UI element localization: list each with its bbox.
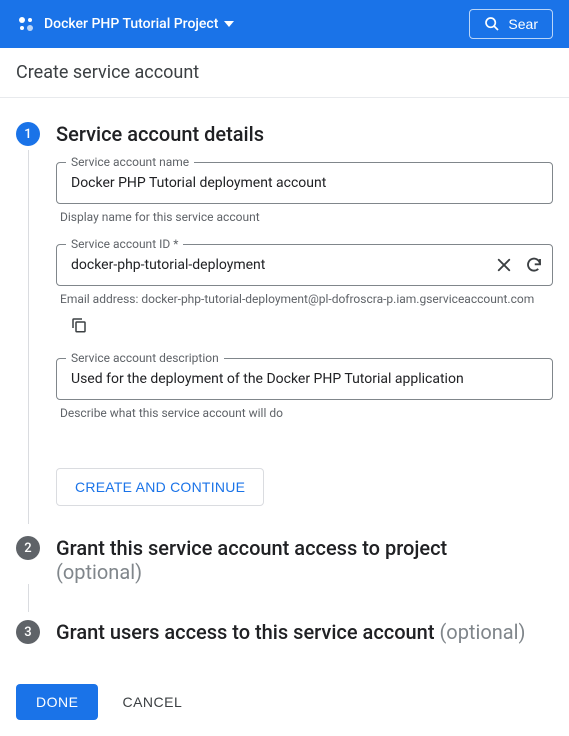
step-connector-line bbox=[28, 150, 29, 524]
dropdown-arrow-icon bbox=[224, 21, 234, 27]
step-1: 1 Service account details Service accoun… bbox=[16, 122, 553, 528]
service-account-name-label: Service account name bbox=[66, 155, 194, 169]
step-2-title: Grant this service account access to pro… bbox=[56, 536, 553, 584]
step-3-optional-label: (optional) bbox=[439, 620, 525, 644]
step-3-circle: 3 bbox=[16, 620, 40, 644]
service-account-description-label: Service account description bbox=[66, 351, 224, 365]
id-field-icons bbox=[495, 256, 543, 274]
copy-email-row bbox=[70, 316, 549, 338]
step-2[interactable]: 2 Grant this service account access to p… bbox=[16, 536, 553, 584]
copy-icon[interactable] bbox=[70, 316, 88, 334]
clear-icon[interactable] bbox=[495, 256, 513, 274]
service-account-email-value: docker-php-tutorial-deployment@pl-dofros… bbox=[141, 292, 534, 306]
step-2-indicator-column: 2 bbox=[16, 536, 40, 560]
step-3-title: Grant users access to this service accou… bbox=[56, 620, 553, 644]
step-2-circle: 2 bbox=[16, 536, 40, 560]
step-1-indicator-column: 1 bbox=[16, 122, 40, 528]
footer-actions: DONE CANCEL bbox=[0, 660, 569, 736]
step-connector-2-3 bbox=[16, 584, 40, 612]
refresh-icon[interactable] bbox=[525, 256, 543, 274]
step-1-circle: 1 bbox=[16, 122, 40, 146]
step-3-indicator-column: 3 bbox=[16, 620, 40, 644]
top-bar: Docker PHP Tutorial Project Sear bbox=[0, 0, 569, 48]
project-picker[interactable]: Docker PHP Tutorial Project bbox=[44, 16, 234, 32]
service-account-name-helper: Display name for this service account bbox=[60, 210, 549, 224]
page-title: Create service account bbox=[16, 62, 199, 83]
service-account-name-field-wrap: Service account name bbox=[56, 162, 553, 204]
step-1-title: Service account details bbox=[56, 122, 553, 146]
service-account-description-helper: Describe what this service account will … bbox=[60, 406, 549, 420]
service-account-email-line: Email address: docker-php-tutorial-deplo… bbox=[60, 292, 549, 306]
gcp-logo-icon bbox=[16, 14, 36, 34]
wizard-content: 1 Service account details Service accoun… bbox=[0, 98, 569, 660]
page-subheader: Create service account bbox=[0, 48, 569, 98]
service-account-description-field-wrap: Service account description bbox=[56, 358, 553, 400]
search-icon bbox=[484, 16, 500, 32]
step-3[interactable]: 3 Grant users access to this service acc… bbox=[16, 620, 553, 644]
done-button[interactable]: DONE bbox=[16, 684, 98, 720]
project-name-label: Docker PHP Tutorial Project bbox=[44, 16, 218, 32]
search-button-label: Sear bbox=[508, 16, 538, 32]
step-2-optional-label: (optional) bbox=[56, 560, 142, 584]
create-and-continue-button[interactable]: CREATE AND CONTINUE bbox=[56, 468, 264, 506]
service-account-id-label: Service account ID * bbox=[66, 237, 183, 251]
service-account-id-field-wrap: Service account ID * bbox=[56, 244, 553, 286]
cancel-button[interactable]: CANCEL bbox=[122, 694, 182, 710]
search-button[interactable]: Sear bbox=[469, 9, 553, 39]
